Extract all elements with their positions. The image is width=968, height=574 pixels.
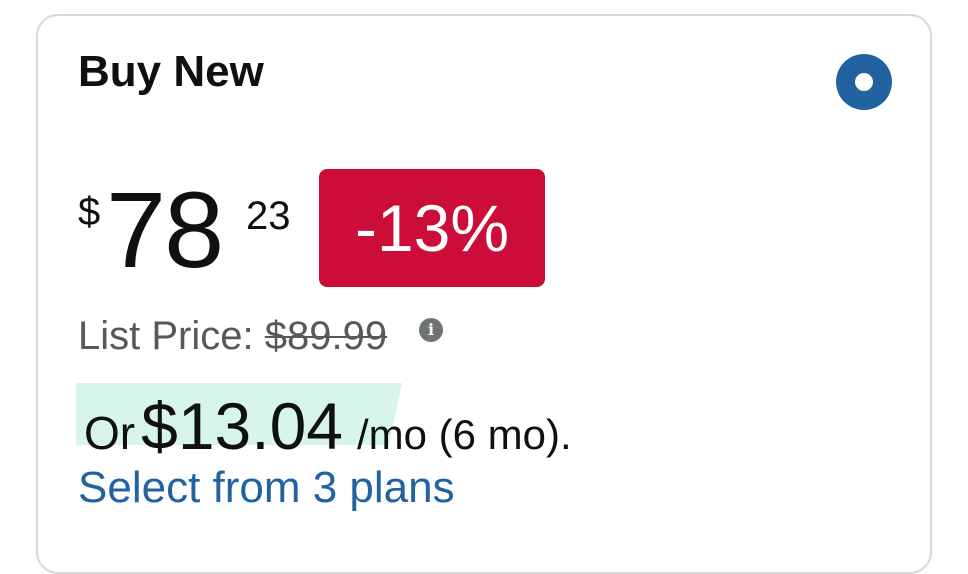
- price-fraction: 23: [246, 194, 291, 238]
- buy-new-title: Buy New: [78, 47, 264, 96]
- info-icon[interactable]: i: [419, 318, 443, 342]
- list-price-label: List Price:: [78, 314, 254, 358]
- installment-term: /mo (6 mo).: [356, 411, 572, 458]
- discount-badge: -13%: [319, 169, 545, 287]
- installment-price: Or$13.04/mo (6 mo).: [84, 388, 572, 464]
- price-currency-symbol: $: [78, 190, 101, 234]
- list-price: List Price: $89.99: [78, 316, 387, 356]
- radio-selected-icon[interactable]: [836, 54, 892, 110]
- radio-dot: [855, 73, 873, 91]
- installment-amount: $13.04: [141, 389, 343, 463]
- installment-prefix: Or: [84, 407, 136, 459]
- list-price-value: $89.99: [264, 314, 388, 358]
- select-plans-link[interactable]: Select from 3 plans: [78, 466, 455, 510]
- price-whole: 78: [106, 169, 224, 290]
